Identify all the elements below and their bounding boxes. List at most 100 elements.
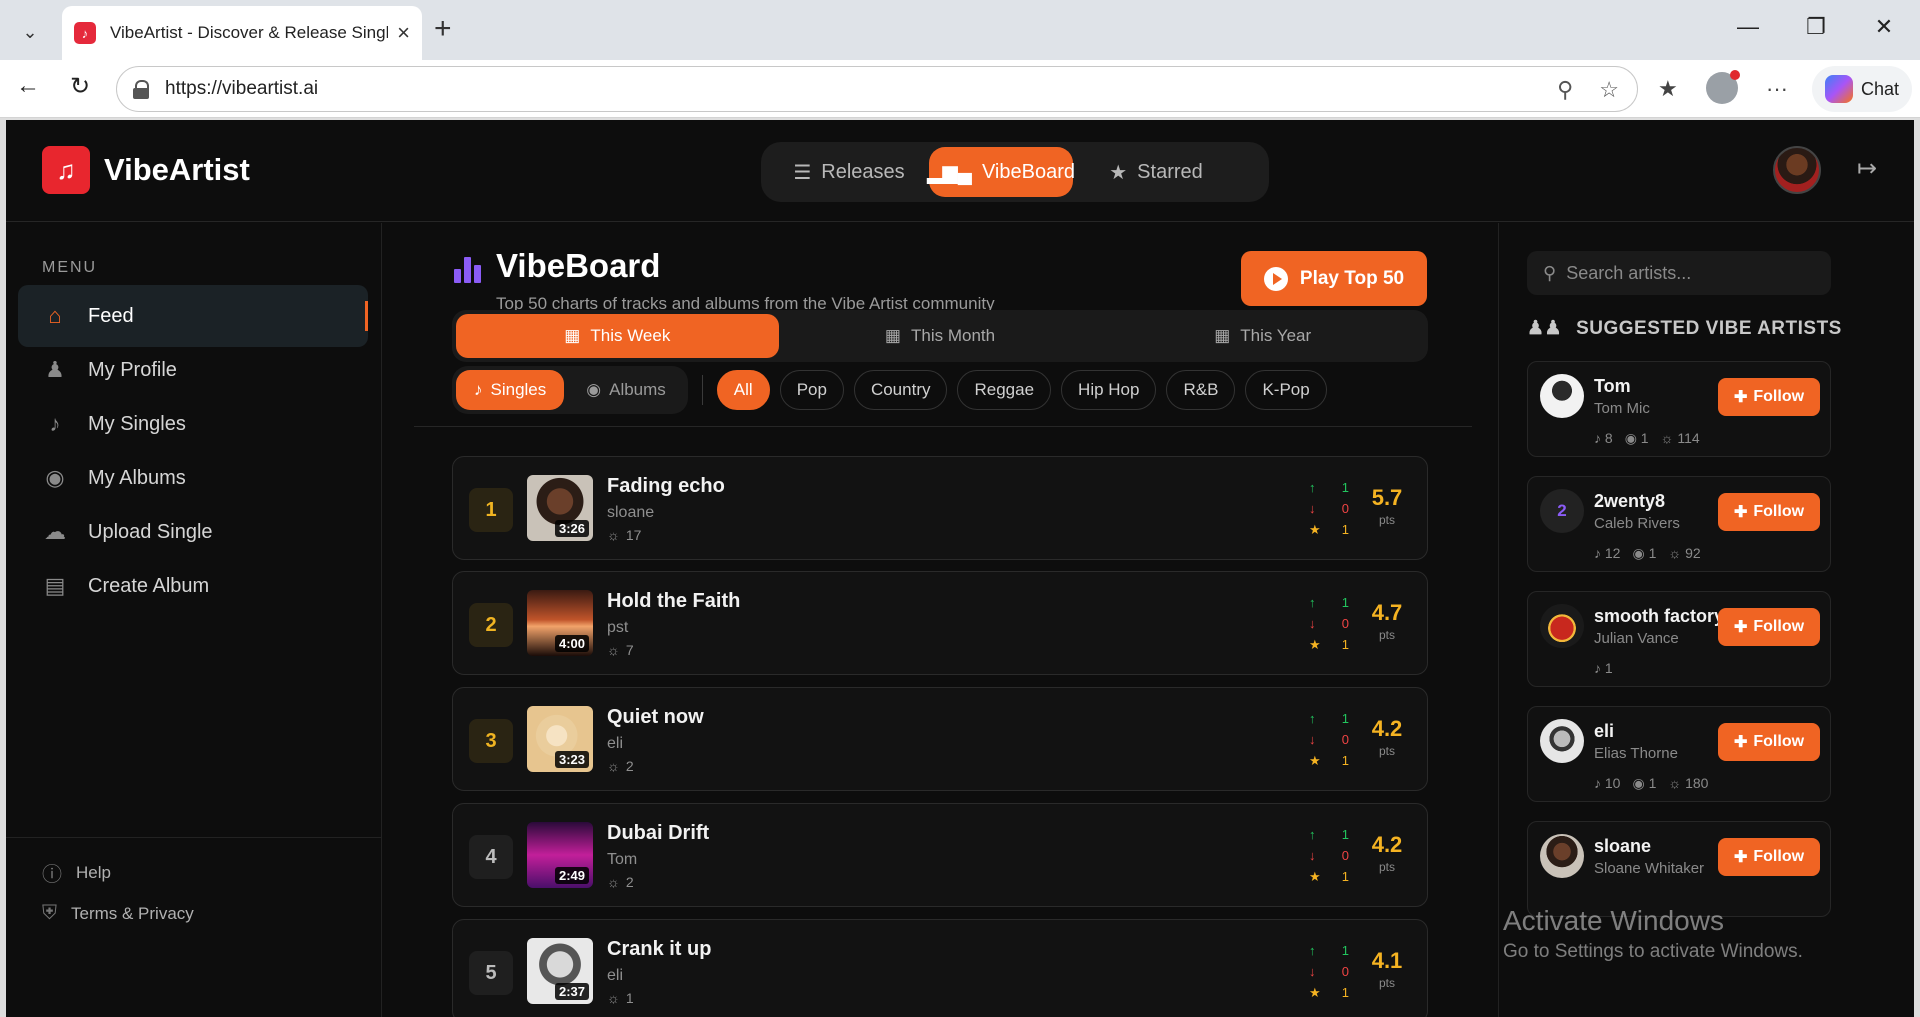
- period-this-month[interactable]: ▦ This Month: [779, 314, 1102, 358]
- track-stats: ↑ 1 ↓ 0 ★ 1: [1309, 708, 1349, 771]
- stars: 1: [1341, 753, 1349, 768]
- artist-name[interactable]: sloane: [1594, 836, 1651, 857]
- terms-privacy-link[interactable]: ⛨ Terms & Privacy: [42, 902, 194, 925]
- track-cover[interactable]: 2:49: [527, 822, 593, 888]
- track-artist[interactable]: eli: [607, 735, 623, 753]
- artist-card[interactable]: Tom Tom Mic ♪ 8 ◉ 1 ☼ 114 ✚ Follow: [1527, 361, 1831, 457]
- browser-tab[interactable]: ♪ VibeArtist - Discover & Release Single…: [62, 6, 422, 60]
- chart-row[interactable]: 2 4:00 Hold the Faith pst ☼ 7 ↑ 1 ↓ 0 ★ 1 4.…: [452, 571, 1428, 675]
- artist-avatar[interactable]: [1540, 374, 1584, 418]
- sidebar-item-my-singles[interactable]: ♪ My Singles: [18, 393, 368, 455]
- tab-starred[interactable]: ★ Starred: [1081, 147, 1231, 197]
- genre-country[interactable]: Country: [853, 370, 948, 410]
- calendar-icon: ▦: [564, 326, 581, 345]
- track-title[interactable]: Dubai Drift: [607, 822, 709, 845]
- kind-singles[interactable]: ♪ Singles: [456, 370, 565, 410]
- copilot-chat-button[interactable]: Chat: [1812, 66, 1912, 112]
- artist-avatar[interactable]: [1540, 719, 1584, 763]
- track-cover[interactable]: 3:23: [527, 706, 593, 772]
- arrow-up-icon: ↑: [1309, 827, 1316, 842]
- track-cover[interactable]: 3:26: [527, 475, 593, 541]
- user-avatar[interactable]: [1773, 146, 1821, 194]
- browser-profile-avatar[interactable]: [1706, 70, 1740, 104]
- artist-card[interactable]: 2 2wenty8 Caleb Rivers ♪ 12 ◉ 1 ☼ 92 ✚ Fo…: [1527, 476, 1831, 572]
- chart-row[interactable]: 1 3:26 Fading echo sloane ☼ 17 ↑ 1 ↓ 0 ★ 1 5…: [452, 456, 1428, 560]
- chart-row[interactable]: 4 2:49 Dubai Drift Tom ☼ 2 ↑ 1 ↓ 0 ★ 1 4.2 p…: [452, 803, 1428, 907]
- tab-releases[interactable]: ☰ Releases: [769, 147, 929, 197]
- artist-real-name: Sloane Whitaker: [1594, 860, 1705, 877]
- track-title[interactable]: Hold the Faith: [607, 590, 740, 613]
- genre-pop[interactable]: Pop: [779, 370, 844, 410]
- refresh-icon[interactable]: ↻: [70, 72, 90, 101]
- restore-icon[interactable]: ❐: [1796, 14, 1836, 40]
- sidebar-item-my-profile[interactable]: ♟ My Profile: [18, 339, 368, 401]
- more-icon[interactable]: ···: [1766, 76, 1788, 102]
- sidebar-item-my-albums[interactable]: ◉ My Albums: [18, 447, 368, 509]
- logo-music-icon: ♫: [42, 146, 90, 194]
- artist-avatar[interactable]: [1540, 834, 1584, 878]
- tab-close-icon[interactable]: ×: [397, 20, 410, 46]
- favorites-icon[interactable]: ★: [1658, 76, 1678, 102]
- track-title[interactable]: Crank it up: [607, 938, 711, 961]
- artist-avatar[interactable]: [1540, 604, 1584, 648]
- follow-button[interactable]: ✚ Follow: [1718, 493, 1820, 531]
- play-top-50-button[interactable]: Play Top 50: [1241, 251, 1427, 306]
- track-plays: ☼ 2: [607, 758, 634, 774]
- follow-button[interactable]: ✚ Follow: [1718, 608, 1820, 646]
- track-artist[interactable]: pst: [607, 619, 628, 637]
- back-icon[interactable]: ←: [16, 72, 40, 100]
- browser-tab-bar: ⌄ ♪ VibeArtist - Discover & Release Sing…: [0, 0, 1920, 60]
- follow-button[interactable]: ✚ Follow: [1718, 378, 1820, 416]
- sidebar-item-label: My Albums: [88, 466, 186, 489]
- artist-card[interactable]: sloane Sloane Whitaker ✚ Follow: [1527, 821, 1831, 917]
- artist-name[interactable]: Tom: [1594, 376, 1631, 397]
- rank-badge: 2: [469, 603, 513, 647]
- minimize-icon[interactable]: —: [1728, 14, 1768, 40]
- tab-vibeboard[interactable]: ▂▆▄ VibeBoard: [927, 147, 1075, 197]
- key-icon[interactable]: ⚲: [1557, 77, 1573, 103]
- period-this-week[interactable]: ▦ This Week: [456, 314, 779, 358]
- sidebar-item-upload-single[interactable]: ☁ Upload Single: [18, 501, 368, 563]
- points-value: 4.2: [1371, 716, 1403, 741]
- albums-count: ◉ 1: [1632, 545, 1657, 561]
- follow-button[interactable]: ✚ Follow: [1718, 838, 1820, 876]
- track-artist[interactable]: Tom: [607, 851, 637, 869]
- sidebar-item-feed[interactable]: ⌂ Feed: [18, 285, 368, 347]
- genre-hip-hop[interactable]: Hip Hop: [1061, 370, 1157, 410]
- artist-name[interactable]: eli: [1594, 721, 1614, 742]
- arrow-down-icon: ↓: [1309, 964, 1316, 979]
- track-artist[interactable]: sloane: [607, 504, 654, 522]
- help-link[interactable]: ⓘ Help: [42, 858, 111, 887]
- genre-kpop[interactable]: K-Pop: [1245, 370, 1327, 410]
- track-stats: ↑ 1 ↓ 0 ★ 1: [1309, 940, 1349, 1003]
- genre-rnb[interactable]: R&B: [1166, 370, 1236, 410]
- genre-reggae[interactable]: Reggae: [957, 370, 1052, 410]
- track-title[interactable]: Quiet now: [607, 706, 704, 729]
- artist-avatar[interactable]: 2: [1540, 489, 1584, 533]
- track-artist[interactable]: eli: [607, 967, 623, 985]
- new-tab-icon[interactable]: +: [434, 14, 452, 44]
- artist-card[interactable]: smooth factory Julian Vance ♪ 1 ✚ Follow: [1527, 591, 1831, 687]
- artist-name[interactable]: 2wenty8: [1594, 491, 1665, 512]
- logout-icon[interactable]: ↦: [1857, 154, 1877, 183]
- favorite-star-icon[interactable]: ☆: [1599, 77, 1619, 103]
- track-title[interactable]: Fading echo: [607, 475, 725, 498]
- chart-row[interactable]: 5 2:37 Crank it up eli ☼ 1 ↑ 1 ↓ 0 ★ 1 4.1 p…: [452, 919, 1428, 1017]
- search-input[interactable]: ⚲ Search artists...: [1527, 251, 1831, 295]
- brand-logo[interactable]: ♫ VibeArtist: [42, 146, 250, 194]
- period-this-year[interactable]: ▦ This Year: [1101, 314, 1424, 358]
- track-cover[interactable]: 2:37: [527, 938, 593, 1004]
- track-cover[interactable]: 4:00: [527, 590, 593, 656]
- genre-all[interactable]: All: [716, 370, 770, 410]
- artist-card[interactable]: eli Elias Thorne ♪ 10 ◉ 1 ☼ 180 ✚ Follow: [1527, 706, 1831, 802]
- tab-actions-chevron-icon[interactable]: ⌄: [8, 12, 52, 52]
- close-window-icon[interactable]: ✕: [1864, 14, 1904, 40]
- sidebar-item-create-album[interactable]: ▤ Create Album: [18, 555, 368, 617]
- artist-name[interactable]: smooth factory: [1594, 606, 1724, 627]
- singles-count: ♪ 12: [1594, 545, 1621, 561]
- kind-albums[interactable]: ◉ Albums: [568, 370, 684, 410]
- follow-button[interactable]: ✚ Follow: [1718, 723, 1820, 761]
- chart-row[interactable]: 3 3:23 Quiet now eli ☼ 2 ↑ 1 ↓ 0 ★ 1 4.2 pts: [452, 687, 1428, 791]
- url-input[interactable]: https://vibeartist.ai ⚲ ☆: [116, 66, 1638, 112]
- stars: 1: [1341, 637, 1349, 652]
